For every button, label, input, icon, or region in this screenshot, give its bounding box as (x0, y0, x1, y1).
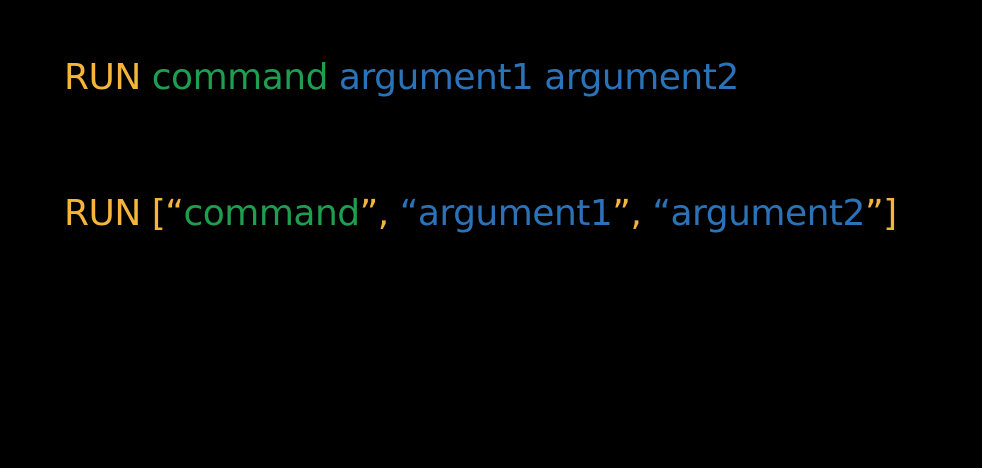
exec-run-keyword: RUN (64, 193, 141, 234)
exec-argument2-text: argument2 (670, 193, 866, 234)
shell-run-keyword: RUN (64, 57, 141, 98)
exec-quote-comma-2: ”, (612, 193, 642, 234)
shell-argument1-text: argument1 (338, 57, 534, 98)
exec-open-bracket-quote: [“ (151, 193, 184, 234)
exec-command-text: command (183, 193, 360, 234)
exec-open-quote-3: “ (652, 193, 671, 234)
exec-close-quote-bracket: ”] (864, 193, 897, 234)
slide-canvas: RUN command argument1 argument2 RUN [“co… (0, 0, 982, 468)
exec-open-quote-2: “ (399, 193, 419, 234)
shell-form-line: RUN command argument1 argument2 (64, 56, 739, 100)
exec-quote-comma-1: ”, (359, 193, 390, 234)
exec-argument1-text: argument1 (417, 193, 613, 234)
exec-form-line: RUN [“command”, “argument1”, “argument2”… (64, 192, 897, 236)
shell-command-text: command (151, 57, 329, 98)
shell-argument2-text: argument2 (544, 57, 739, 98)
